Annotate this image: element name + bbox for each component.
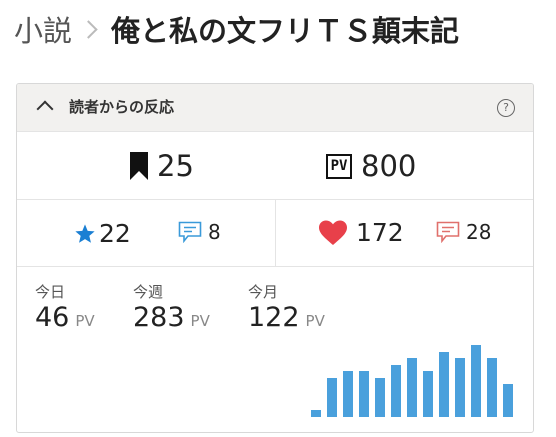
pv-bar-chart xyxy=(307,339,522,417)
bookmark-count: 25 xyxy=(157,149,194,183)
chart-bar xyxy=(503,384,513,417)
star-comment-count: 8 xyxy=(208,220,221,244)
period-week: 今週 283 PV xyxy=(133,281,210,333)
heart-count: 172 xyxy=(356,218,404,247)
star-comment-stat[interactable]: 8 xyxy=(178,220,221,244)
comment-icon xyxy=(436,221,460,243)
period-value: 46 xyxy=(35,302,70,333)
totals-row: 25 PV 800 xyxy=(17,132,533,200)
chevron-right-icon xyxy=(79,19,98,39)
panel-header[interactable]: 読者からの反応 ? xyxy=(17,84,533,132)
bookmark-stat: 25 xyxy=(129,149,194,183)
panel-title: 読者からの反応 xyxy=(69,98,175,116)
period-label: 今日 xyxy=(35,283,66,301)
period-label: 今月 xyxy=(248,283,279,301)
chevron-up-icon[interactable] xyxy=(36,100,54,118)
chart-bar xyxy=(359,371,369,417)
heart-stat: 172 xyxy=(318,218,404,247)
period-value: 283 xyxy=(133,302,185,333)
period-unit: PV xyxy=(75,312,95,330)
heart-comment-count: 28 xyxy=(466,220,492,244)
reactions-row: 22 8 172 28 xyxy=(17,200,533,267)
chart-bar xyxy=(455,358,465,417)
chart-bar xyxy=(439,352,449,417)
period-value: 122 xyxy=(248,302,300,333)
breadcrumb-category-link[interactable]: 小説 xyxy=(14,8,72,50)
chart-bar xyxy=(391,365,401,417)
help-icon[interactable]: ? xyxy=(497,99,515,117)
bookmark-icon xyxy=(130,152,148,180)
star-count: 22 xyxy=(99,219,131,248)
chart-bar xyxy=(311,410,321,417)
period-month: 今月 122 PV xyxy=(248,281,325,333)
pageview-count: 800 xyxy=(361,149,417,183)
chart-bar xyxy=(327,378,337,417)
chart-bar xyxy=(487,358,497,417)
page-title: 俺と私の文フリＴＳ顛末記 xyxy=(111,14,460,48)
star-icon xyxy=(75,223,95,243)
chart-bar xyxy=(375,378,385,417)
pv-icon: PV xyxy=(326,153,352,179)
pageview-stat: PV 800 xyxy=(326,149,416,183)
chart-bar xyxy=(423,371,433,417)
divider xyxy=(275,200,276,266)
heart-comment-stat[interactable]: 28 xyxy=(436,220,491,244)
heart-icon xyxy=(319,220,347,245)
comment-icon xyxy=(178,221,202,243)
period-today: 今日 46 PV xyxy=(35,281,95,333)
reader-reactions-panel: 読者からの反応 ? 25 PV 800 22 8 172 28 今日 46 PV… xyxy=(16,83,534,433)
period-unit: PV xyxy=(190,312,210,330)
chart-bar xyxy=(471,345,481,417)
star-stat: 22 xyxy=(74,219,131,248)
chart-bar xyxy=(407,358,417,417)
chart-bar xyxy=(343,371,353,417)
period-unit: PV xyxy=(305,312,325,330)
breadcrumb: 小説 俺と私の文フリＴＳ顛末記 xyxy=(14,8,459,50)
period-label: 今週 xyxy=(133,283,164,301)
